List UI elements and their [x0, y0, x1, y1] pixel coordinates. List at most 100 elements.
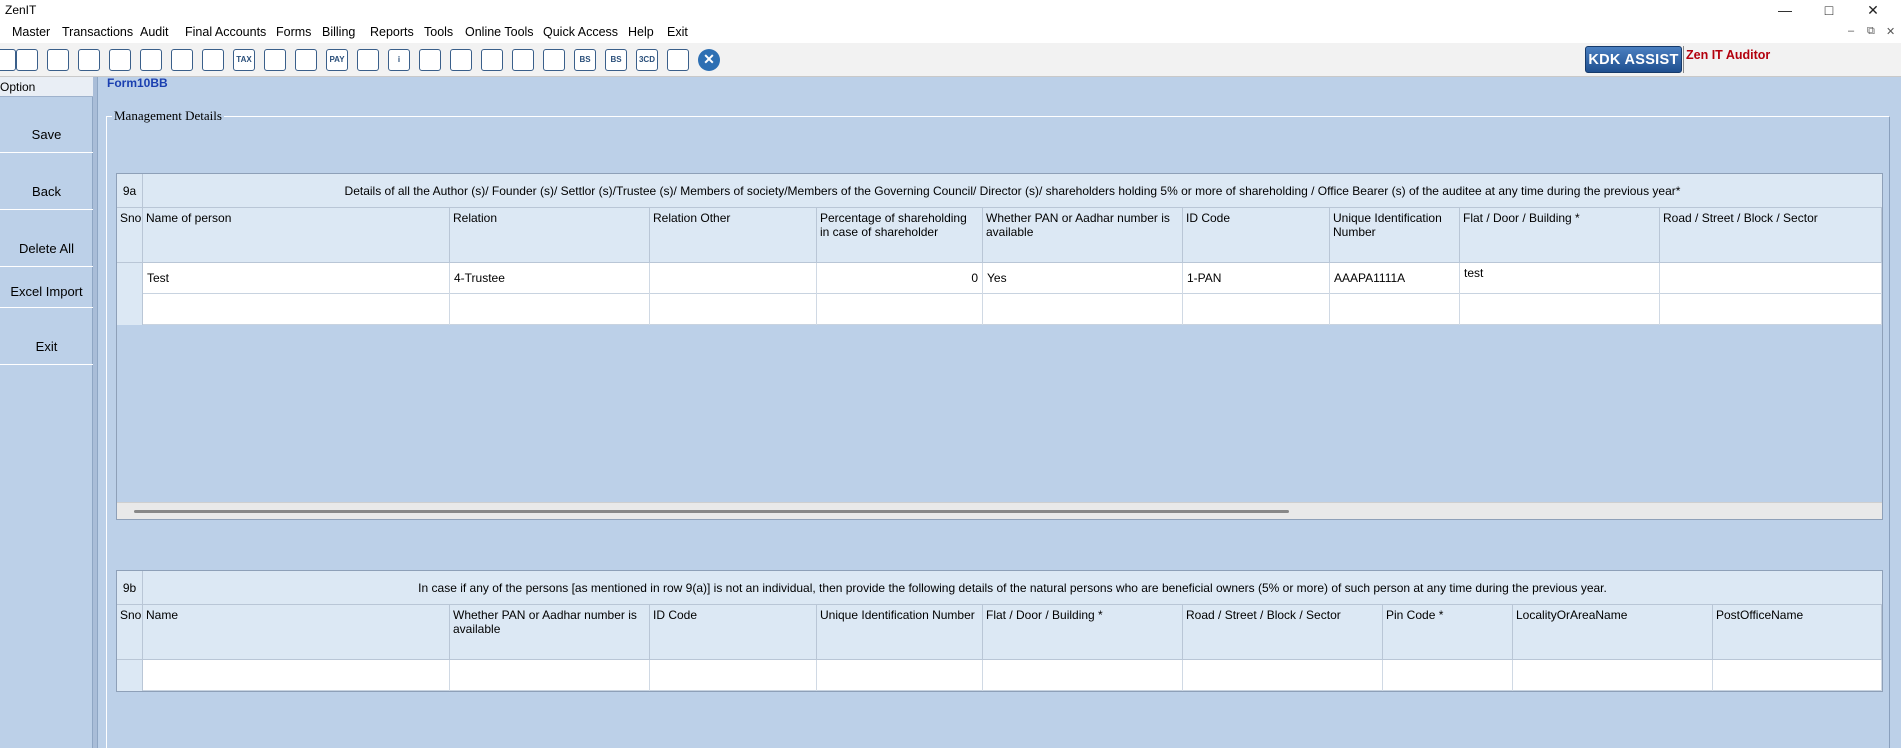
- table-cell[interactable]: [1660, 263, 1882, 294]
- bar-chart-icon[interactable]: [47, 49, 69, 71]
- close-form-icon[interactable]: ✕: [698, 49, 720, 71]
- table-cell[interactable]: [1513, 660, 1713, 691]
- menu-forms[interactable]: Forms: [276, 25, 311, 39]
- grid-9a-col-header[interactable]: Unique Identification Number: [1330, 208, 1460, 263]
- grid-9b-col-header[interactable]: Pin Code *: [1383, 605, 1513, 660]
- menu-billing[interactable]: Billing: [322, 25, 355, 39]
- back-button[interactable]: Back: [0, 154, 93, 210]
- row-header-cell[interactable]: [117, 660, 143, 691]
- filter-icon[interactable]: [202, 49, 224, 71]
- menu-help[interactable]: Help: [628, 25, 654, 39]
- table-cell[interactable]: [143, 294, 450, 325]
- home-icon[interactable]: [16, 49, 38, 71]
- grid-9b-col-header[interactable]: LocalityOrAreaName: [1513, 605, 1713, 660]
- bs-report-icon[interactable]: BS: [605, 49, 627, 71]
- table-cell[interactable]: [983, 294, 1183, 325]
- table-cell[interactable]: 4-Trustee: [450, 263, 650, 294]
- grid-9a-col-header[interactable]: Relation Other: [650, 208, 817, 263]
- grid-9a-scroll-thumb[interactable]: [134, 510, 1289, 513]
- 3cd-icon[interactable]: 3CD: [636, 49, 658, 71]
- save-button[interactable]: Save: [0, 97, 93, 153]
- tax-icon[interactable]: TAX: [233, 49, 255, 71]
- table-cell[interactable]: AAAPA1111A: [1330, 263, 1460, 294]
- grid-9a-horizontal-scrollbar[interactable]: [117, 502, 1882, 519]
- menu-exit[interactable]: Exit: [667, 25, 688, 39]
- table-cell[interactable]: [1460, 294, 1660, 325]
- grid-report-icon[interactable]: [667, 49, 689, 71]
- mdi-close-button[interactable]: ✕: [1886, 25, 1895, 38]
- menu-master[interactable]: Master: [12, 25, 50, 39]
- grid-9b-col-header[interactable]: Name: [143, 605, 450, 660]
- row-header-cell[interactable]: [117, 263, 143, 294]
- mdi-minimize-button[interactable]: –: [1848, 25, 1854, 37]
- excel-import-button[interactable]: Excel Import: [0, 268, 93, 308]
- gift-icon[interactable]: [109, 49, 131, 71]
- table-cell[interactable]: [983, 660, 1183, 691]
- grid-9b-col-header[interactable]: Whether PAN or Aadhar number is availabl…: [450, 605, 650, 660]
- table-cell[interactable]: 0: [817, 263, 983, 294]
- delete-all-button[interactable]: Delete All: [0, 211, 93, 267]
- grid-9b-col-header[interactable]: Road / Street / Block / Sector: [1183, 605, 1383, 660]
- grid-9a-col-header[interactable]: Whether PAN or Aadhar number is availabl…: [983, 208, 1183, 263]
- info-icon[interactable]: i: [388, 49, 410, 71]
- grid-9a-col-header[interactable]: Road / Street / Block / Sector: [1660, 208, 1882, 263]
- grid-9b-col-header[interactable]: PostOfficeName: [1713, 605, 1882, 660]
- grid-9b-col-header[interactable]: Flat / Door / Building *: [983, 605, 1183, 660]
- menu-transactions[interactable]: Transactions: [62, 25, 133, 39]
- pie-chart-icon[interactable]: [295, 49, 317, 71]
- table-cell[interactable]: [1183, 294, 1330, 325]
- kdk-assist-button[interactable]: KDK ASSIST: [1585, 46, 1682, 73]
- table-cell[interactable]: Yes: [983, 263, 1183, 294]
- grid-9b-col-header[interactable]: ID Code: [650, 605, 817, 660]
- table-cell[interactable]: 1-PAN: [1183, 263, 1330, 294]
- grid-9a-col-header[interactable]: Percentage of shareholding in case of sh…: [817, 208, 983, 263]
- book-icon[interactable]: [357, 49, 379, 71]
- grid-9a-col-header[interactable]: Relation: [450, 208, 650, 263]
- balance-sheet-icon[interactable]: BS: [574, 49, 596, 71]
- table-cell[interactable]: [817, 660, 983, 691]
- table-cell[interactable]: [450, 660, 650, 691]
- table-cell[interactable]: [650, 660, 817, 691]
- table-cell[interactable]: [143, 660, 450, 691]
- add-folder-icon[interactable]: [512, 49, 534, 71]
- grid-9b-col-header[interactable]: Unique Identification Number: [817, 605, 983, 660]
- table-cell[interactable]: [650, 294, 817, 325]
- table-cell[interactable]: [450, 294, 650, 325]
- grid-9a-col-header[interactable]: Sno: [117, 208, 143, 263]
- menu-reports[interactable]: Reports: [370, 25, 414, 39]
- calendar-icon[interactable]: [481, 49, 503, 71]
- building-icon[interactable]: [78, 49, 100, 71]
- table-cell[interactable]: [650, 263, 817, 294]
- close-window-button[interactable]: ✕: [1851, 0, 1895, 22]
- mdi-restore-button[interactable]: ⧉: [1867, 25, 1875, 38]
- people-icon[interactable]: [140, 49, 162, 71]
- refresh-icon[interactable]: [543, 49, 565, 71]
- user-doc-icon[interactable]: [450, 49, 472, 71]
- row-header-cell[interactable]: [117, 294, 143, 325]
- table-cell[interactable]: Test: [143, 263, 450, 294]
- table-cell[interactable]: [1660, 294, 1882, 325]
- maximize-button[interactable]: □: [1807, 0, 1851, 22]
- menu-online-tools[interactable]: Online Tools: [465, 25, 534, 39]
- table-cell[interactable]: [1330, 294, 1460, 325]
- table-cell[interactable]: test: [1460, 263, 1660, 294]
- menu-tools[interactable]: Tools: [424, 25, 453, 39]
- grid-9a-col-header[interactable]: ID Code: [1183, 208, 1330, 263]
- panel-splitter[interactable]: [93, 77, 98, 748]
- grid-9a-col-header[interactable]: Name of person: [143, 208, 450, 263]
- grid-9b-col-header[interactable]: Sno: [117, 605, 143, 660]
- document-icon[interactable]: [0, 49, 16, 71]
- menu-audit[interactable]: Audit: [140, 25, 169, 39]
- minimize-button[interactable]: —: [1763, 0, 1807, 22]
- table-cell[interactable]: [1713, 660, 1882, 691]
- menu-final-accounts[interactable]: Final Accounts: [185, 25, 266, 39]
- menu-quick-access[interactable]: Quick Access: [543, 25, 618, 39]
- table-cell[interactable]: [1383, 660, 1513, 691]
- gavel-icon[interactable]: [171, 49, 193, 71]
- pay-icon[interactable]: PAY: [326, 49, 348, 71]
- table-cell[interactable]: [1183, 660, 1383, 691]
- table-cell[interactable]: [817, 294, 983, 325]
- exit-button[interactable]: Exit: [0, 309, 93, 365]
- report-icon[interactable]: [419, 49, 441, 71]
- grid-9a-col-header[interactable]: Flat / Door / Building *: [1460, 208, 1660, 263]
